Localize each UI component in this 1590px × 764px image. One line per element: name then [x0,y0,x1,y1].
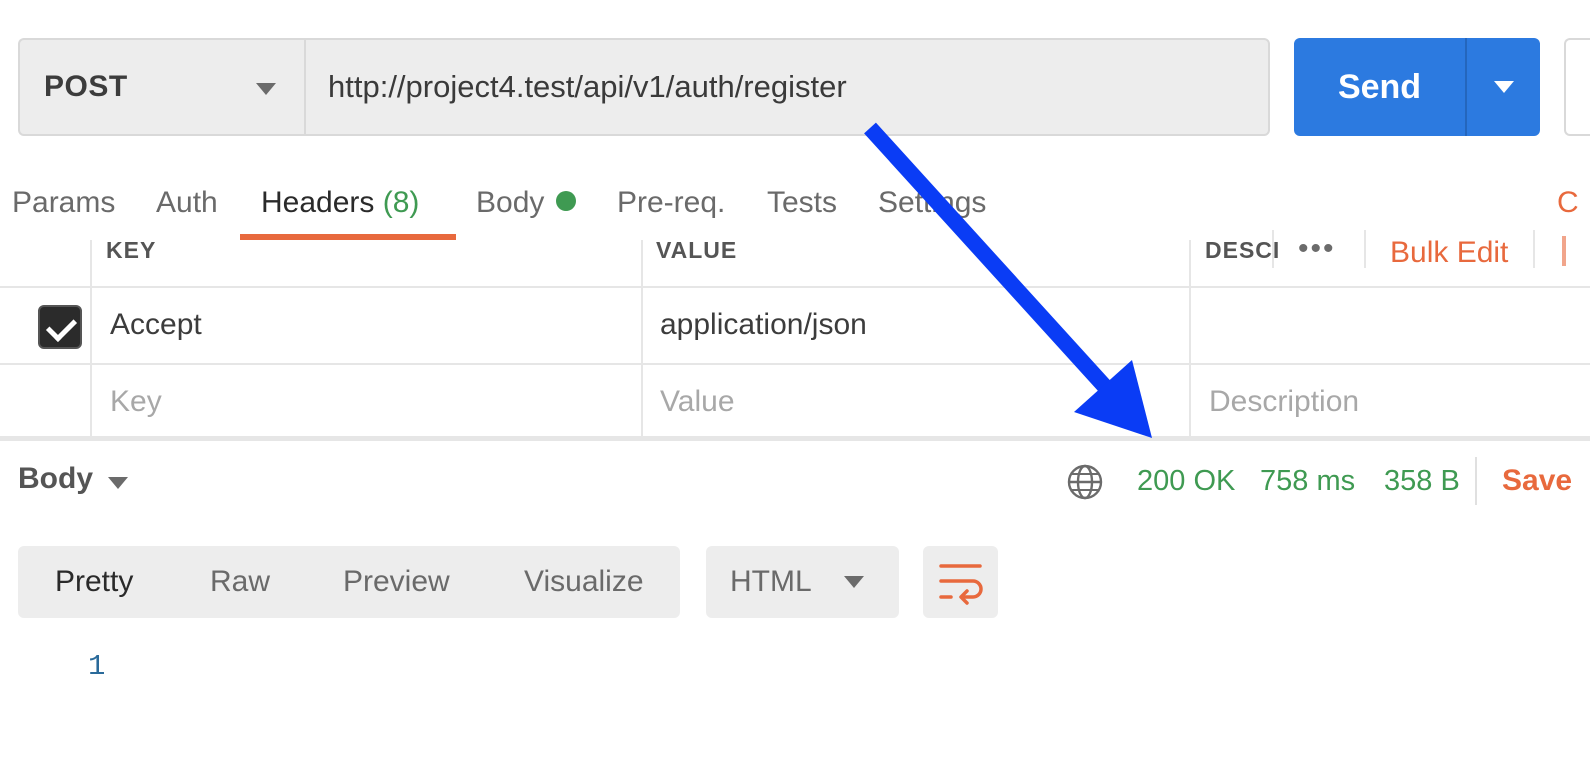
response-body-dropdown[interactable]: Body [18,462,93,496]
header-divider [1272,230,1274,268]
url-input[interactable] [328,69,1268,105]
view-mode-group: Pretty Raw Preview Visualize [18,546,680,618]
chevron-down-icon [844,576,864,588]
tab-headers-label: Headers [261,186,375,219]
wrap-lines-icon [939,564,983,605]
body-indicator-dot [556,191,577,212]
header-key-cell[interactable]: Accept [110,308,202,342]
method-label: POST [44,70,128,103]
value-placeholder[interactable]: Value [660,385,735,419]
url-bar[interactable] [304,38,1270,136]
presets-link-edge[interactable] [1562,236,1566,266]
chevron-down-icon [1493,81,1514,93]
view-preview[interactable]: Preview [343,546,450,618]
response-divider [1475,457,1477,505]
row-enabled-checkbox[interactable] [38,305,82,349]
status-code[interactable]: 200 OK [1137,465,1235,498]
save-button-edge[interactable] [1564,38,1590,136]
send-button-group: Send [1294,38,1540,136]
column-key: KEY [106,237,157,263]
request-tabs: Params Auth Headers (8) Body Pre-req. Te… [0,176,1590,240]
tab-body-label: Body [476,186,545,219]
method-select[interactable]: POST [18,38,304,136]
view-raw[interactable]: Raw [210,546,270,618]
more-options-icon[interactable]: ••• [1298,232,1336,266]
send-button[interactable]: Send [1294,38,1465,136]
header-value-cell[interactable]: application/json [660,308,867,342]
pane-resize-divider[interactable] [0,437,1590,441]
response-time[interactable]: 758 ms [1260,465,1355,498]
tab-params[interactable]: Params [12,176,115,240]
key-placeholder[interactable]: Key [110,385,162,419]
table-row-new: Key Value Description [0,365,1590,438]
send-dropdown-button[interactable] [1467,38,1540,136]
line-number: 1 [88,650,106,683]
column-description: DESCI [1205,237,1281,263]
tab-tests[interactable]: Tests [767,176,837,240]
header-divider [1364,230,1366,268]
response-size[interactable]: 358 B [1384,465,1460,498]
chevron-down-icon [108,477,128,489]
tab-headers[interactable]: Headers (8) [261,176,419,240]
table-header-row: KEY VALUE DESCI ••• Bulk Edit [0,230,1590,288]
table-row: Accept application/json [0,288,1590,365]
globe-icon[interactable] [1066,463,1104,501]
format-select[interactable]: HTML [706,546,899,618]
tab-auth[interactable]: Auth [156,176,218,240]
tab-prereq[interactable]: Pre-req. [617,176,725,240]
headers-table: KEY VALUE DESCI ••• Bulk Edit Accept app… [0,230,1590,440]
tab-headers-count: (8) [382,186,420,219]
tab-body[interactable]: Body [476,176,577,240]
header-divider [1533,230,1535,268]
tab-settings[interactable]: Settings [878,176,986,240]
cookies-link-edge[interactable]: C [1557,176,1579,230]
wrap-lines-button[interactable] [923,546,998,618]
format-label: HTML [730,565,812,598]
save-response-button[interactable]: Save [1502,464,1572,498]
bulk-edit-button[interactable]: Bulk Edit [1390,236,1508,270]
column-value: VALUE [656,237,738,263]
chevron-down-icon [256,83,276,95]
view-pretty[interactable]: Pretty [55,546,133,618]
view-visualize[interactable]: Visualize [524,546,644,618]
description-placeholder[interactable]: Description [1209,385,1359,419]
